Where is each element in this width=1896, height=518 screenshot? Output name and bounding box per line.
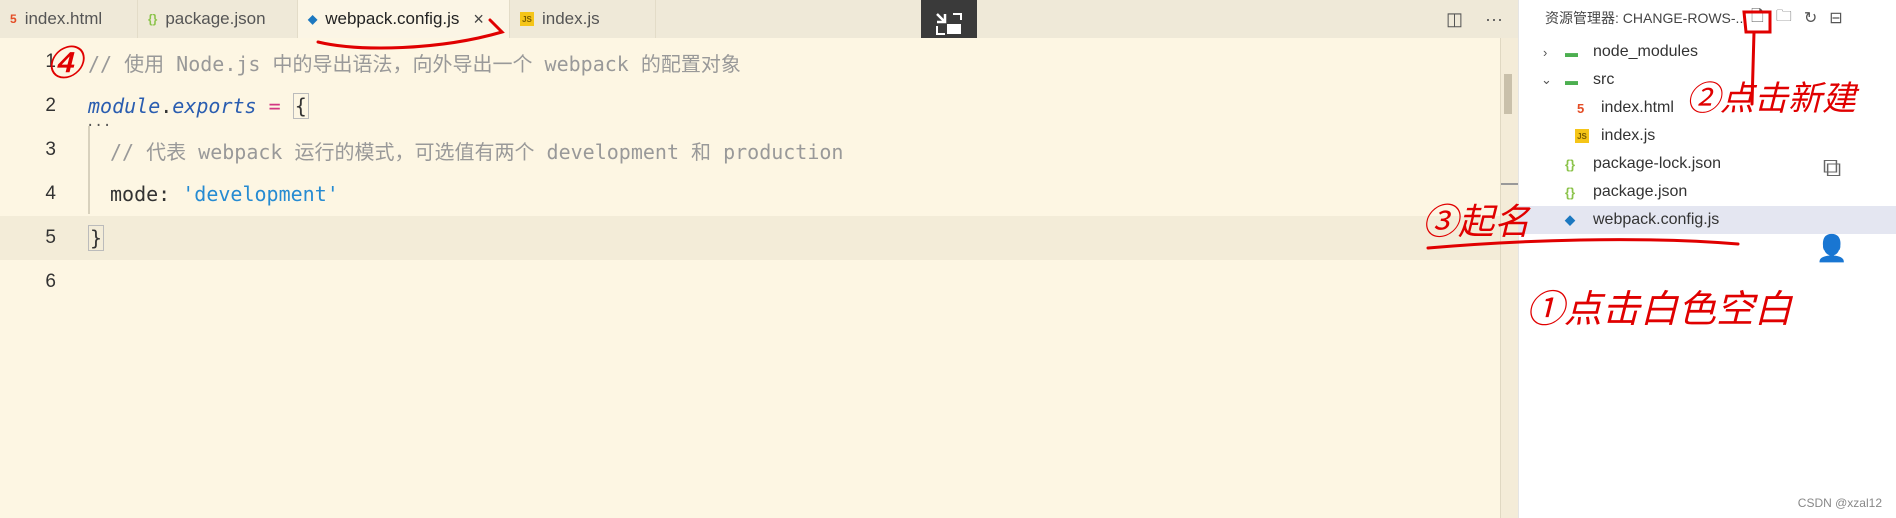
code-comment: // 使用 Node.js 中的导出语法，向外导出一个 webpack 的配置对… — [88, 51, 741, 76]
code-line-6[interactable]: 6 — [0, 260, 1500, 304]
property-exports: exports — [172, 94, 257, 118]
code-line-4[interactable]: 4 mode: 'development' — [0, 172, 1500, 216]
tab-label: index.js — [542, 9, 600, 28]
string-development: 'development' — [182, 182, 339, 206]
refresh-icon[interactable]: ↻ — [1804, 8, 1817, 28]
keyword-module: module — [88, 94, 161, 118]
scrollbar-thumb[interactable] — [1504, 74, 1512, 114]
chevron-right-icon: › — [1543, 44, 1548, 60]
tree-item-label: index.js — [1601, 127, 1656, 144]
key-mode: mode: — [110, 182, 183, 206]
js-file-icon: JS — [520, 12, 534, 26]
webpack-file-icon: ◆ — [308, 12, 318, 26]
folder-icon: ▬ — [1565, 44, 1578, 60]
code-line-1[interactable]: 1 // 使用 Node.js 中的导出语法，向外导出一个 webpack 的配… — [0, 40, 1500, 84]
tree-item-index-js[interactable]: JS index.js — [1519, 122, 1896, 150]
tree-item-label: index.html — [1601, 99, 1674, 116]
add-user-icon[interactable]: 👤 — [1812, 228, 1852, 268]
html-file-icon: 5 — [1577, 100, 1585, 116]
close-icon[interactable]: × — [473, 9, 484, 30]
code-line-2[interactable]: 2 module.exports = { — [0, 84, 1500, 128]
line-number: 1 — [45, 51, 56, 72]
code-comment: // 代表 webpack 运行的模式，可选值有两个 development 和… — [110, 139, 844, 164]
dot-operator: . — [160, 94, 173, 118]
webpack-file-icon: ◆ — [1565, 212, 1575, 227]
tab-label: package.json — [165, 9, 266, 28]
split-editor-icon[interactable]: ◫ — [1446, 9, 1463, 30]
tab-index-html[interactable]: 5 index.html — [0, 0, 138, 38]
more-actions-icon[interactable]: ··· — [1485, 9, 1503, 30]
tab-label: webpack.config.js — [325, 9, 460, 28]
json-file-icon: {} — [148, 12, 158, 26]
cursor-position-marker — [1501, 183, 1519, 185]
copy-add-icon[interactable]: ⧉ — [1812, 148, 1852, 188]
tab-index-js[interactable]: JS index.js — [510, 0, 656, 38]
tree-item-src[interactable]: ⌄ ▬ src — [1519, 66, 1896, 94]
new-folder-icon[interactable]: 🗀 — [1776, 5, 1792, 32]
close-brace: } — [88, 225, 105, 251]
js-file-icon: JS — [1575, 129, 1589, 143]
line-number: 6 — [45, 271, 56, 292]
editor-scrollbar[interactable] — [1500, 38, 1519, 518]
json-file-icon: {} — [1565, 156, 1576, 172]
code-content: module.exports = { — [88, 93, 309, 119]
tab-label: index.html — [24, 9, 103, 28]
collapse-all-icon[interactable]: ⊟ — [1829, 8, 1842, 28]
tree-item-label: src — [1593, 71, 1615, 88]
code-content: mode: 'development' — [110, 182, 339, 206]
explorer-title: 资源管理器: CHANGE-ROWS-... — [1545, 10, 1748, 26]
line-number: 2 — [45, 95, 56, 116]
tree-item-label: webpack.config.js — [1593, 211, 1720, 228]
tree-item-node-modules[interactable]: › ▬ node_modules — [1519, 38, 1896, 66]
open-brace: { — [292, 93, 309, 119]
watermark: CSDN @xzal12 — [1797, 496, 1882, 510]
editor-tab-bar: 5 index.html {} package.json ◆ webpack.c… — [0, 0, 1518, 39]
line-number: 5 — [45, 227, 56, 248]
chevron-down-icon: ⌄ — [1541, 72, 1552, 87]
tree-item-label: package.json — [1593, 183, 1688, 200]
new-file-icon[interactable]: 🗋 — [1751, 5, 1764, 32]
assign-operator: = — [256, 94, 293, 118]
code-editor[interactable]: 1 // 使用 Node.js 中的导出语法，向外导出一个 webpack 的配… — [0, 38, 1506, 518]
tab-webpack-config[interactable]: ◆ webpack.config.js × — [298, 0, 510, 38]
tree-item-index-html[interactable]: 5 index.html — [1519, 94, 1896, 122]
folder-open-icon: ▬ — [1565, 72, 1578, 88]
line-number: 3 — [45, 139, 56, 160]
tree-item-label: package-lock.json — [1593, 155, 1722, 172]
code-line-5[interactable]: 5 } — [0, 216, 1500, 260]
tree-item-label: node_modules — [1593, 43, 1698, 60]
json-file-icon: {} — [1565, 184, 1576, 200]
line-number: 4 — [45, 183, 56, 204]
explorer-actions: 🗋 🗀 ↻ ⊟ — [1751, 0, 1843, 36]
restore-window-icon — [936, 13, 962, 35]
tab-actions: ◫ ··· — [1446, 0, 1503, 38]
code-line-3[interactable]: 3 // 代表 webpack 运行的模式，可选值有两个 development… — [0, 128, 1500, 172]
tab-package-json[interactable]: {} package.json — [138, 0, 298, 38]
html-file-icon: 5 — [10, 12, 17, 26]
